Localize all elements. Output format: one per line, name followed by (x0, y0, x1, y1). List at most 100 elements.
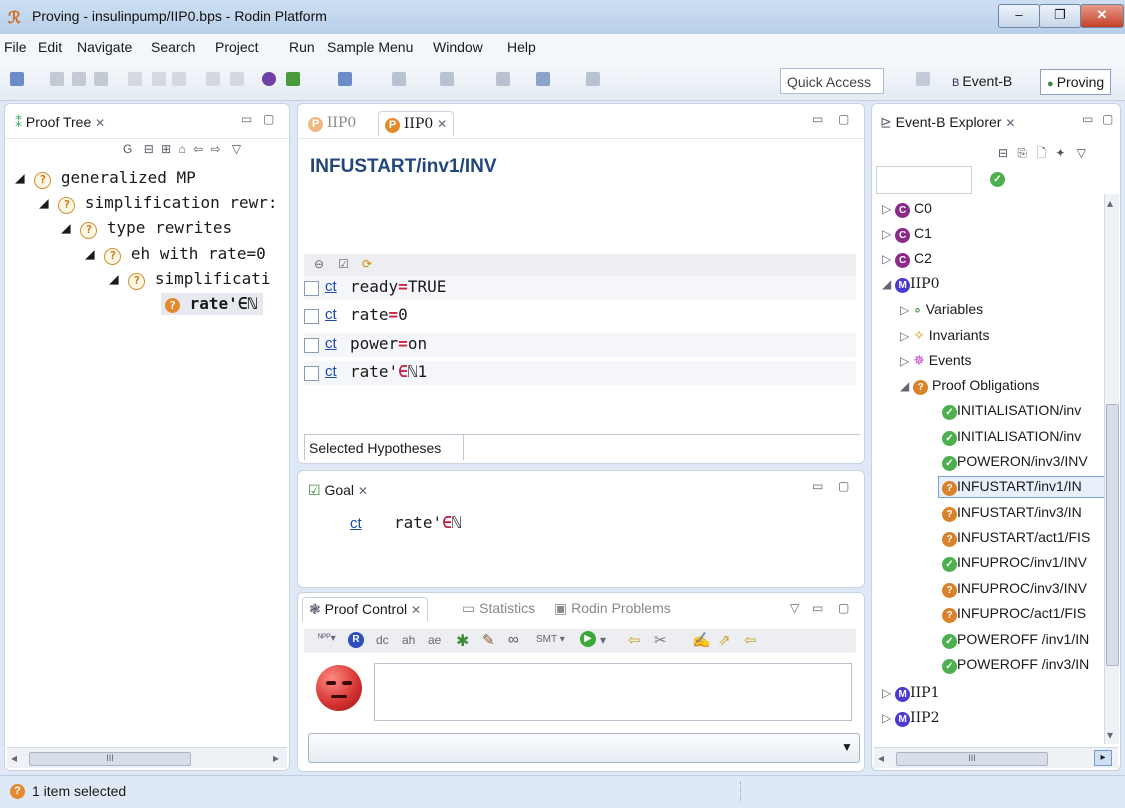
close-tab-icon[interactable]: ✕ (411, 603, 421, 617)
tab-goal[interactable]: ☑ Goal ✕ (302, 479, 374, 502)
menu-project[interactable]: Project (215, 39, 259, 55)
minimize-view-icon[interactable]: ▭ (812, 479, 823, 493)
po-item[interactable]: ✓ INITIALISATION/inv (942, 402, 1104, 420)
horizontal-scrollbar[interactable]: ◂ III ▸ (7, 747, 287, 768)
menu-help[interactable]: Help (507, 39, 536, 55)
scroll-thumb[interactable] (1106, 404, 1119, 666)
invariants-item[interactable]: ▷ ✧ Invariants (900, 327, 989, 344)
context-item[interactable]: ▷ C C2 (882, 250, 932, 268)
menu-sample[interactable]: Sample Menu (327, 39, 413, 55)
open-perspective-icon[interactable] (916, 72, 930, 86)
tab-iip0-inactive[interactable]: P IIP0 (302, 111, 362, 135)
ct-link[interactable]: ct (325, 306, 337, 323)
machine-item-iip2[interactable]: ▷ M IIP2 (882, 709, 940, 727)
tab-iip0-active[interactable]: P IIP0 ✕ (378, 111, 455, 136)
horizontal-scrollbar[interactable]: ◂ III ▸ (874, 747, 1118, 768)
tree-node[interactable]: ◢ ? type rewrites (61, 218, 232, 239)
select-all-icon[interactable]: ☑ (338, 257, 349, 271)
history-combobox[interactable]: ▼ (308, 733, 860, 763)
close-tab-icon[interactable]: ✕ (437, 117, 447, 131)
expand-icon[interactable]: ▷ (882, 686, 891, 700)
hypothesis-checkbox[interactable] (304, 309, 319, 324)
scroll-thumb[interactable]: III (29, 752, 191, 766)
expand-icon[interactable]: ▷ (882, 227, 891, 241)
maximize-view-icon[interactable]: ▢ (263, 112, 274, 126)
close-button[interactable]: ✕ (1080, 4, 1124, 28)
paste-icon[interactable] (230, 72, 244, 86)
perspective-eventb-button[interactable]: B Event-B (946, 69, 1018, 93)
scroll-down-icon[interactable]: ▾ (1107, 728, 1113, 742)
collapse-icon[interactable]: ◢ (900, 379, 909, 393)
menu-navigate[interactable]: Navigate (77, 39, 132, 55)
scroll-right-icon[interactable]: ▸ (1094, 750, 1112, 766)
proved-filter-icon[interactable]: ✓ (990, 172, 1005, 187)
close-tab-icon[interactable]: ✕ (95, 116, 105, 130)
redo-icon[interactable] (172, 72, 186, 86)
print-icon[interactable] (94, 72, 108, 86)
tab-rodin-problems[interactable]: ▣ Rodin Problems (548, 597, 677, 620)
expand-icon[interactable]: ▷ (882, 202, 891, 216)
tree-node-selected[interactable]: ? rate'∈ℕ (161, 293, 264, 315)
tab-selected-hypotheses[interactable]: Selected Hypotheses (304, 434, 464, 460)
maximize-view-icon[interactable]: ▢ (838, 112, 849, 126)
goal-filter-button[interactable]: G (123, 142, 132, 156)
back-yellow-icon[interactable]: ⇦ (628, 631, 641, 649)
copy-icon[interactable] (206, 72, 220, 86)
chevron-down-icon[interactable]: ▼ (841, 740, 853, 754)
machine-item-iip0[interactable]: ◢ M IIP0 (882, 275, 940, 293)
smt-button[interactable]: SMT ▾ (536, 634, 565, 645)
tab-proof-control[interactable]: ❃ Proof Control ✕ (302, 597, 429, 621)
back-icon[interactable] (496, 72, 510, 86)
new-component-icon[interactable]: ✦ (1055, 146, 1065, 160)
hypothesis-checkbox[interactable] (304, 281, 319, 296)
po-item[interactable]: ✓ INFUPROC/inv1/INV (942, 554, 1104, 572)
expand-icon[interactable]: ▷ (900, 303, 909, 317)
po-item[interactable]: ✓ POWERON/inv3/INV (942, 453, 1104, 471)
tab-eventb-explorer[interactable]: ⊵ Event-B Explorer ✕ (874, 111, 1021, 134)
minimize-view-icon[interactable]: ▭ (812, 112, 823, 126)
tab-proof-tree[interactable]: ⁑ Proof Tree ✕ (9, 111, 111, 134)
maximize-view-icon[interactable]: ▢ (838, 479, 849, 493)
prev-icon[interactable] (536, 72, 550, 86)
minimize-button[interactable]: – (998, 4, 1040, 28)
play-icon[interactable]: ▶ (580, 631, 596, 647)
lasso-icon[interactable]: ∞ (508, 631, 519, 648)
perspective-proving-button[interactable]: ● Proving (1040, 69, 1112, 95)
refresh-icon[interactable]: ⟳ (362, 257, 372, 271)
run-icon[interactable] (286, 72, 300, 86)
quick-access-input[interactable]: Quick Access (780, 68, 884, 94)
context-item[interactable]: ▷ C C0 (882, 200, 932, 218)
scroll-thumb[interactable]: III (896, 752, 1048, 766)
minimize-view-icon[interactable]: ▭ (812, 601, 823, 615)
po-item[interactable]: ? INFUPROC/act1/FIS (942, 605, 1104, 623)
collapse-icon[interactable]: ◢ (882, 277, 891, 291)
po-item[interactable]: ? INFUSTART/inv3/IN (942, 504, 1104, 522)
expand-icon[interactable]: ▷ (900, 354, 909, 368)
dc-button[interactable]: dc (376, 633, 389, 647)
view-menu-icon[interactable]: ▽ (232, 142, 241, 156)
menu-edit[interactable]: Edit (38, 39, 62, 55)
event-b-icon[interactable] (262, 72, 276, 86)
scroll-right-icon[interactable]: ▸ (273, 751, 279, 765)
close-tab-icon[interactable]: ✕ (1005, 116, 1015, 130)
filter-input[interactable] (876, 166, 972, 194)
collapse-all-icon[interactable]: ⊟ (998, 146, 1008, 160)
wand-icon[interactable] (338, 72, 352, 86)
tree-node[interactable]: ◢ ? simplification rewr: (39, 193, 278, 214)
nav2-icon[interactable] (440, 72, 454, 86)
undo-icon[interactable] (152, 72, 166, 86)
collapse-icon[interactable]: ⊟ (144, 142, 154, 156)
tab-statistics[interactable]: ▭ Statistics (456, 597, 541, 620)
view-menu-icon[interactable]: ▽ (790, 601, 799, 615)
expand-icon[interactable]: ⊞ (161, 142, 171, 156)
po-item[interactable]: ? INFUPROC/inv3/INV (942, 580, 1104, 598)
hypothesis-checkbox[interactable] (304, 366, 319, 381)
tree-node[interactable]: ◢ ? simplificati (109, 269, 271, 290)
view-menu-icon[interactable]: ▽ (1077, 146, 1086, 160)
proof-input-field[interactable] (374, 663, 852, 721)
expand-icon[interactable]: ▷ (900, 329, 909, 343)
forward-arrow-icon[interactable]: ⇨ (211, 142, 221, 156)
tree-node[interactable]: ◢ ? generalized MP (15, 168, 196, 189)
save-all-icon[interactable] (72, 72, 86, 86)
save-icon[interactable] (50, 72, 64, 86)
